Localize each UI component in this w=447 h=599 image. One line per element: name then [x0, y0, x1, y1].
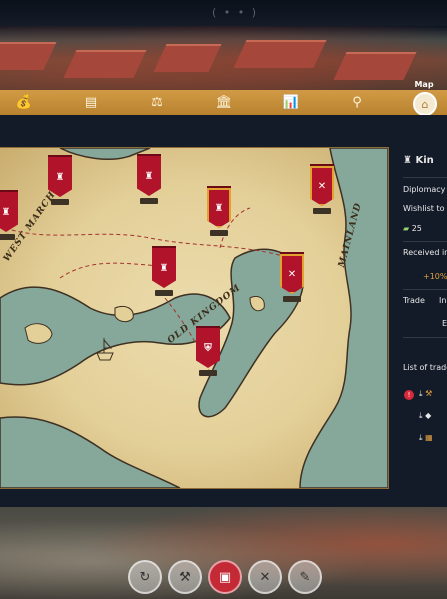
- castle-icon: ♜: [403, 155, 416, 166]
- world-map[interactable]: WEST MARCH OLD KINGDOM MAINLAND ♜ ♜ ♜ ♜ …: [0, 147, 389, 489]
- ledger-button[interactable]: ▤: [77, 90, 105, 115]
- kingdom-name: Kin: [415, 155, 434, 166]
- bonus-value: +10%: [423, 272, 447, 281]
- castle-icon: ♜: [48, 155, 72, 197]
- divider: [403, 177, 447, 178]
- kingdom-side-panel: ♜ Kin Diplomacy Wishlist to ri ▰ 25 Rece…: [395, 147, 447, 487]
- trade-item-row[interactable]: ⤓ ▦: [419, 433, 433, 443]
- top-indicator: ( • • ): [212, 6, 259, 19]
- trade-label: Trade: [403, 296, 425, 305]
- roof: [153, 44, 222, 72]
- goods-icon: ▦: [425, 433, 433, 442]
- trade-item-row[interactable]: ⤓ ⚒: [419, 389, 432, 399]
- map-tab-label: Map: [414, 80, 434, 89]
- trade-column-header: In: [439, 296, 447, 305]
- capital-banner[interactable]: ♜: [207, 186, 231, 236]
- hammer-icon: ⚒: [179, 569, 191, 585]
- money-bag-icon: 💰: [15, 95, 33, 110]
- top-bar: ( • • ): [0, 0, 447, 26]
- demolish-tool-button[interactable]: ▣: [208, 560, 242, 594]
- alert-badge: !: [404, 390, 414, 400]
- crossed-swords-icon: ✕: [280, 252, 304, 294]
- treasury-button[interactable]: 💰: [10, 90, 38, 115]
- routes-button[interactable]: ⚲: [343, 90, 371, 115]
- cancel-tool-button[interactable]: ✕: [248, 560, 282, 594]
- rotate-icon: ↻: [139, 569, 151, 585]
- received-label: Received in: [403, 248, 447, 257]
- castle-icon: ♜: [137, 154, 161, 196]
- bank-building-icon: 🏛: [215, 95, 233, 110]
- city-banner[interactable]: ♜: [137, 154, 161, 204]
- scales-icon: ⚖: [151, 95, 163, 110]
- trade-column-header: E: [442, 319, 447, 328]
- castle-icon: ♜: [152, 246, 176, 288]
- wishlist-amount: ▰ 25: [403, 224, 422, 233]
- crossed-swords-icon: ✕: [310, 164, 334, 206]
- hostile-city-banner[interactable]: ✕: [280, 252, 304, 302]
- justice-button[interactable]: ⚖: [143, 90, 171, 115]
- rotate-tool-button[interactable]: ↻: [128, 560, 162, 594]
- tools-icon: ⚒: [425, 389, 433, 398]
- build-tool-button[interactable]: ⚒: [168, 560, 202, 594]
- route-pin-icon: ⚲: [352, 95, 362, 110]
- trade-list-title: List of trade: [403, 363, 447, 372]
- map-icon: ⌂: [421, 97, 429, 111]
- wishlist-label: Wishlist to ri: [403, 204, 447, 213]
- crowned-castle-icon: ♜: [207, 186, 231, 228]
- kingdom-title: ♜ Kin: [403, 155, 434, 166]
- divider: [403, 241, 447, 242]
- shield-icon: ⛨: [196, 326, 220, 368]
- ledger-icon: ▤: [84, 95, 98, 110]
- city-banner[interactable]: ♜: [0, 190, 18, 240]
- hostile-city-banner[interactable]: ✕: [310, 164, 334, 214]
- wrench-icon: ✎: [299, 569, 311, 585]
- divider: [403, 289, 447, 290]
- roof: [233, 40, 327, 68]
- city-banner[interactable]: ♜: [152, 246, 176, 296]
- map-tab-button[interactable]: ⌂: [413, 92, 437, 116]
- crate-icon: ▣: [218, 569, 232, 585]
- bar-chart-icon: 📊: [282, 95, 300, 110]
- roof: [63, 50, 147, 78]
- wishlist-amount-value: 25: [411, 224, 422, 233]
- player-city-banner[interactable]: ⛨: [196, 326, 220, 376]
- roof: [333, 52, 417, 80]
- repair-tool-button[interactable]: ✎: [288, 560, 322, 594]
- stone-icon: ◆: [425, 411, 432, 420]
- trade-item-row[interactable]: ⤓ ◆: [419, 411, 431, 421]
- diplomacy-label: Diplomacy: [403, 185, 446, 194]
- castle-icon: ♜: [0, 190, 18, 232]
- divider: [403, 337, 447, 338]
- main-navbar: 💰 ▤ ⚖ 🏛 📊 ⚲: [0, 90, 447, 116]
- statistics-button[interactable]: 📊: [277, 90, 305, 115]
- money-icon: ▰: [403, 224, 412, 233]
- roof: [0, 42, 57, 70]
- close-icon: ✕: [259, 569, 271, 585]
- city-banner[interactable]: ♜: [48, 155, 72, 205]
- buildings-button[interactable]: 🏛: [210, 90, 238, 115]
